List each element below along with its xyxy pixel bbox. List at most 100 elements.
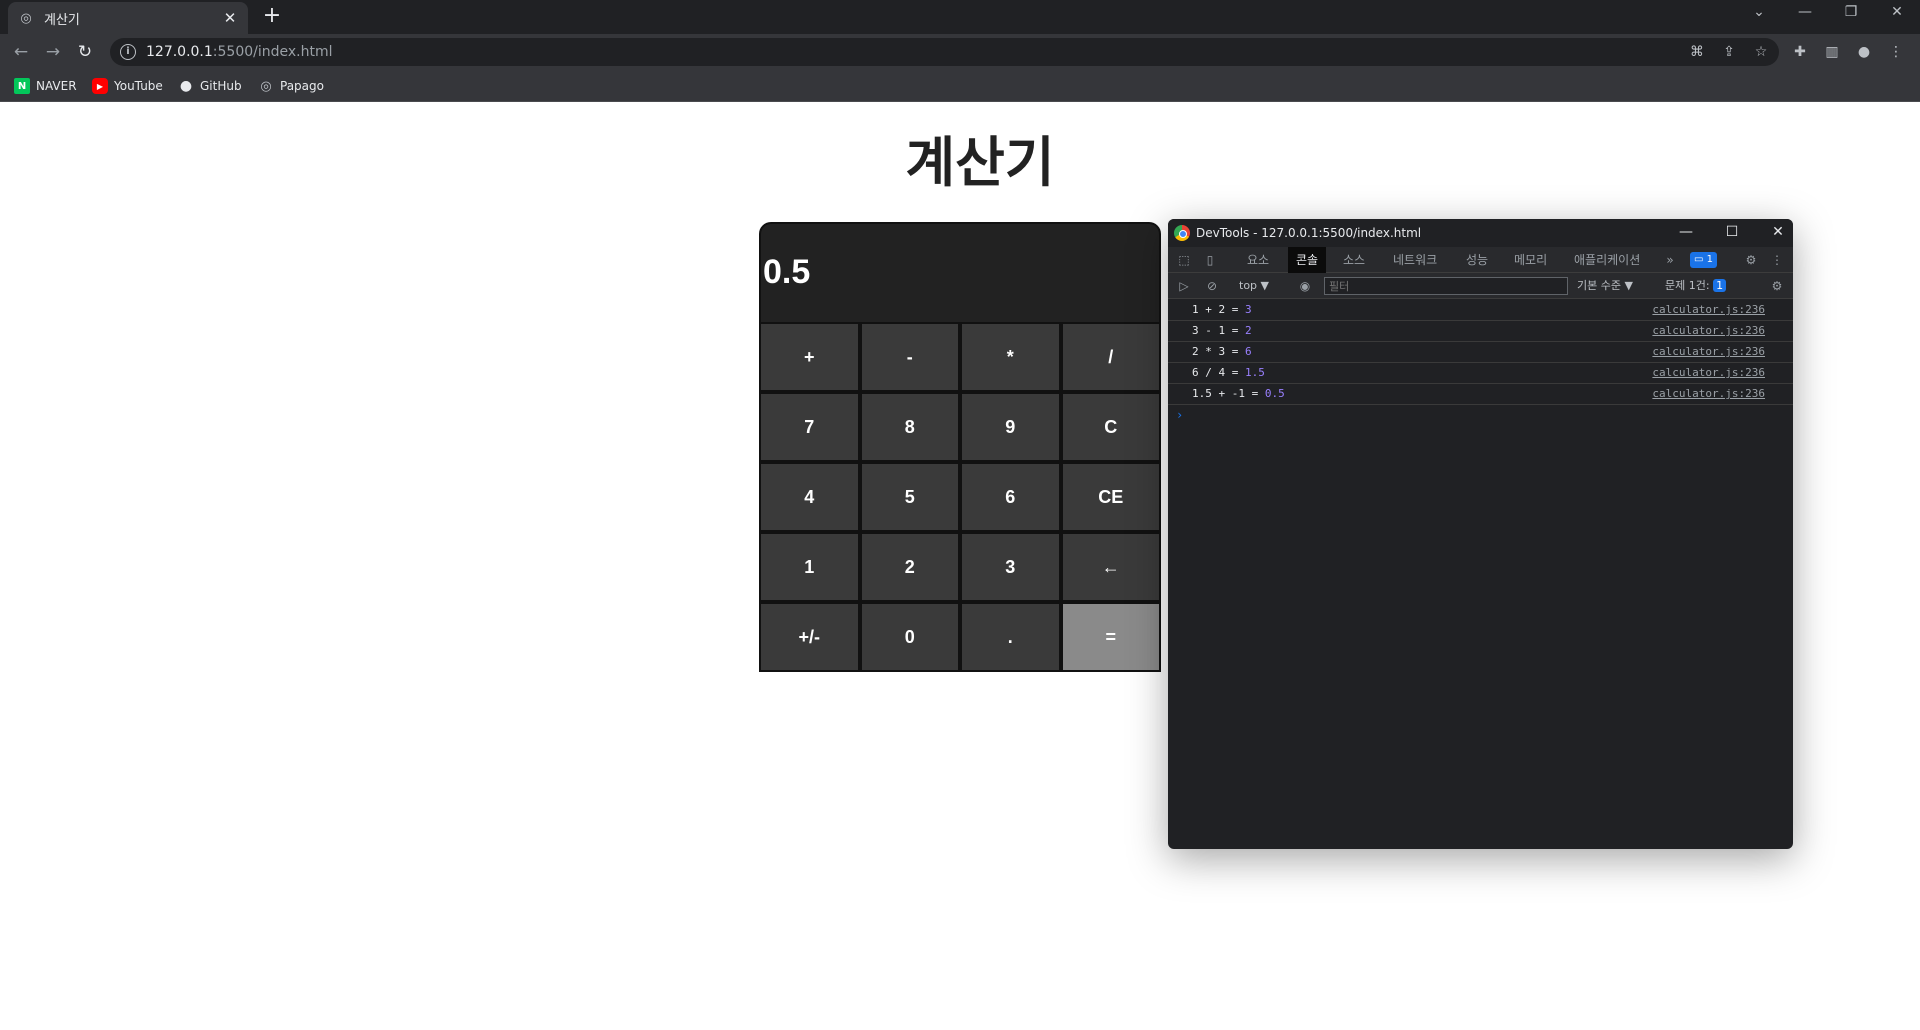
browser-toolbar: ← → ↻ i 127.0.0.1:5500/index.html ⌘ ⇪ ☆ … <box>0 34 1920 70</box>
console-prompt[interactable]: › <box>1168 405 1793 425</box>
restore-icon[interactable]: ❐ <box>1839 4 1863 20</box>
key-backspace[interactable]: ← <box>1062 534 1159 600</box>
issues-count-badge: 1 <box>1713 279 1727 292</box>
clear-console-icon[interactable]: ⊘ <box>1203 278 1221 294</box>
bookmark-github[interactable]: ● GitHub <box>178 76 242 96</box>
key-equals[interactable]: = <box>1062 604 1159 670</box>
key-9[interactable]: 9 <box>962 394 1059 460</box>
calculator: 0.5 + - * / 7 8 9 C 4 5 6 CE 1 2 3 ← +/-… <box>759 222 1161 672</box>
tab-sources[interactable]: 소스 <box>1335 247 1373 273</box>
bookmark-star-icon[interactable]: ☆ <box>1751 42 1771 62</box>
tab-console[interactable]: 콘솔 <box>1288 247 1327 273</box>
chrome-logo-icon <box>1174 225 1190 241</box>
tab-performance[interactable]: 성능 <box>1458 247 1496 273</box>
inspect-element-icon[interactable]: ⬚ <box>1175 252 1193 268</box>
sidebar-toggle-icon[interactable]: ▷ <box>1175 278 1193 294</box>
back-icon[interactable]: ← <box>10 41 32 63</box>
key-4[interactable]: 4 <box>761 464 858 530</box>
globe-icon: ◎ <box>20 10 32 26</box>
console-line: 6 / 4 = 1.5 calculator.js:236 <box>1168 363 1793 384</box>
github-icon: ● <box>179 78 193 94</box>
tab-elements[interactable]: 요소 <box>1239 247 1277 273</box>
key-divide[interactable]: / <box>1062 324 1159 390</box>
side-panel-icon[interactable]: ▥ <box>1822 42 1842 62</box>
bookmark-youtube[interactable]: ▶ YouTube <box>92 76 163 96</box>
close-window-icon[interactable]: ✕ <box>1885 4 1909 20</box>
source-link[interactable]: calculator.js:236 <box>1652 300 1765 320</box>
tab-memory[interactable]: 메모리 <box>1506 247 1555 273</box>
context-selector[interactable]: top ▼ <box>1239 278 1269 294</box>
source-link[interactable]: calculator.js:236 <box>1652 363 1765 383</box>
key-clear[interactable]: C <box>1062 394 1159 460</box>
log-levels-selector[interactable]: 기본 수준 ▼ <box>1577 278 1633 294</box>
reload-icon[interactable]: ↻ <box>74 41 96 63</box>
tab-network[interactable]: 네트워크 <box>1385 247 1445 273</box>
issues-button[interactable]: 문제 1건: 1 <box>1665 278 1727 294</box>
console-line: 2 * 3 = 6 calculator.js:236 <box>1168 342 1793 363</box>
devtools-title: DevTools - 127.0.0.1:5500/index.html <box>1196 226 1422 240</box>
extensions-icon[interactable]: ✚ <box>1790 42 1810 62</box>
key-3[interactable]: 3 <box>962 534 1059 600</box>
devtools-menu-icon[interactable]: ⋮ <box>1768 252 1786 268</box>
devtools-close-icon[interactable]: ✕ <box>1768 224 1788 240</box>
devtools-window: DevTools - 127.0.0.1:5500/index.html — ☐… <box>1168 219 1793 849</box>
source-link[interactable]: calculator.js:236 <box>1652 384 1765 404</box>
youtube-icon: ▶ <box>92 78 108 94</box>
device-toolbar-icon[interactable]: ▯ <box>1201 252 1219 268</box>
menu-icon[interactable]: ⋮ <box>1886 42 1906 62</box>
tab-strip: ◎ 계산기 ✕ + ⌄ — ❐ ✕ <box>0 0 1920 34</box>
url-text: 127.0.0.1:5500/index.html <box>146 44 333 60</box>
devtools-maximize-icon[interactable]: ☐ <box>1722 224 1742 240</box>
devtools-titlebar: DevTools - 127.0.0.1:5500/index.html — ☐… <box>1168 219 1793 247</box>
calculator-keypad: + - * / 7 8 9 C 4 5 6 CE 1 2 3 ← +/- 0 .… <box>761 324 1159 670</box>
console-line: 1 + 2 = 3 calculator.js:236 <box>1168 300 1793 321</box>
share-icon[interactable]: ⇪ <box>1719 42 1739 62</box>
devtools-tabbar: ⬚ ▯ 요소 콘솔 소스 네트워크 성능 메모리 애플리케이션 » ▭ 1 ⚙ … <box>1168 247 1793 273</box>
key-2[interactable]: 2 <box>861 534 958 600</box>
tab-application[interactable]: 애플리케이션 <box>1566 247 1648 273</box>
key-subtract[interactable]: - <box>861 324 958 390</box>
profile-icon[interactable]: ● <box>1854 42 1874 62</box>
naver-icon: N <box>14 78 30 94</box>
new-tab-button[interactable]: + <box>260 5 284 29</box>
tab-close-icon[interactable]: ✕ <box>222 9 238 27</box>
tab-title: 계산기 <box>44 12 80 28</box>
key-0[interactable]: 0 <box>861 604 958 670</box>
key-clear-entry[interactable]: CE <box>1062 464 1159 530</box>
key-8[interactable]: 8 <box>861 394 958 460</box>
console-filter-input[interactable] <box>1324 277 1568 295</box>
console-filter-bar: ▷ ⊘ top ▼ ◉ 기본 수준 ▼ 문제 1건: 1 ⚙ <box>1168 273 1793 299</box>
key-multiply[interactable]: * <box>962 324 1059 390</box>
site-info-icon[interactable]: i <box>120 44 136 60</box>
key-1[interactable]: 1 <box>761 534 858 600</box>
console-settings-icon[interactable]: ⚙ <box>1768 278 1786 294</box>
settings-gear-icon[interactable]: ⚙ <box>1742 252 1760 268</box>
live-expression-eye-icon[interactable]: ◉ <box>1296 278 1314 294</box>
globe-icon: ◎ <box>260 78 272 94</box>
address-bar[interactable]: i 127.0.0.1:5500/index.html <box>110 38 1779 66</box>
key-7[interactable]: 7 <box>761 394 858 460</box>
messages-badge[interactable]: ▭ 1 <box>1690 252 1718 268</box>
console-line: 3 - 1 = 2 calculator.js:236 <box>1168 321 1793 342</box>
bookmarks-bar: N NAVER ▶ YouTube ● GitHub ◎ Papago <box>0 70 1920 102</box>
calculator-display: 0.5 <box>761 224 1159 322</box>
forward-icon[interactable]: → <box>42 41 64 63</box>
translate-icon[interactable]: ⌘ <box>1687 42 1707 62</box>
page-title: 계산기 <box>905 131 1055 194</box>
console-output: 1 + 2 = 3 calculator.js:236 3 - 1 = 2 ca… <box>1168 300 1793 425</box>
more-tabs-icon[interactable]: » <box>1661 252 1679 268</box>
key-negate[interactable]: +/- <box>761 604 858 670</box>
key-6[interactable]: 6 <box>962 464 1059 530</box>
key-decimal[interactable]: . <box>962 604 1059 670</box>
source-link[interactable]: calculator.js:236 <box>1652 342 1765 362</box>
source-link[interactable]: calculator.js:236 <box>1652 321 1765 341</box>
minimize-icon[interactable]: — <box>1793 4 1817 20</box>
tab-search-icon[interactable]: ⌄ <box>1747 4 1771 20</box>
devtools-minimize-icon[interactable]: — <box>1676 224 1696 240</box>
bookmark-naver[interactable]: N NAVER <box>14 76 77 96</box>
browser-tab[interactable]: ◎ 계산기 ✕ <box>8 2 248 34</box>
key-add[interactable]: + <box>761 324 858 390</box>
key-5[interactable]: 5 <box>861 464 958 530</box>
console-line: 1.5 + -1 = 0.5 calculator.js:236 <box>1168 384 1793 405</box>
bookmark-papago[interactable]: ◎ Papago <box>258 76 324 96</box>
